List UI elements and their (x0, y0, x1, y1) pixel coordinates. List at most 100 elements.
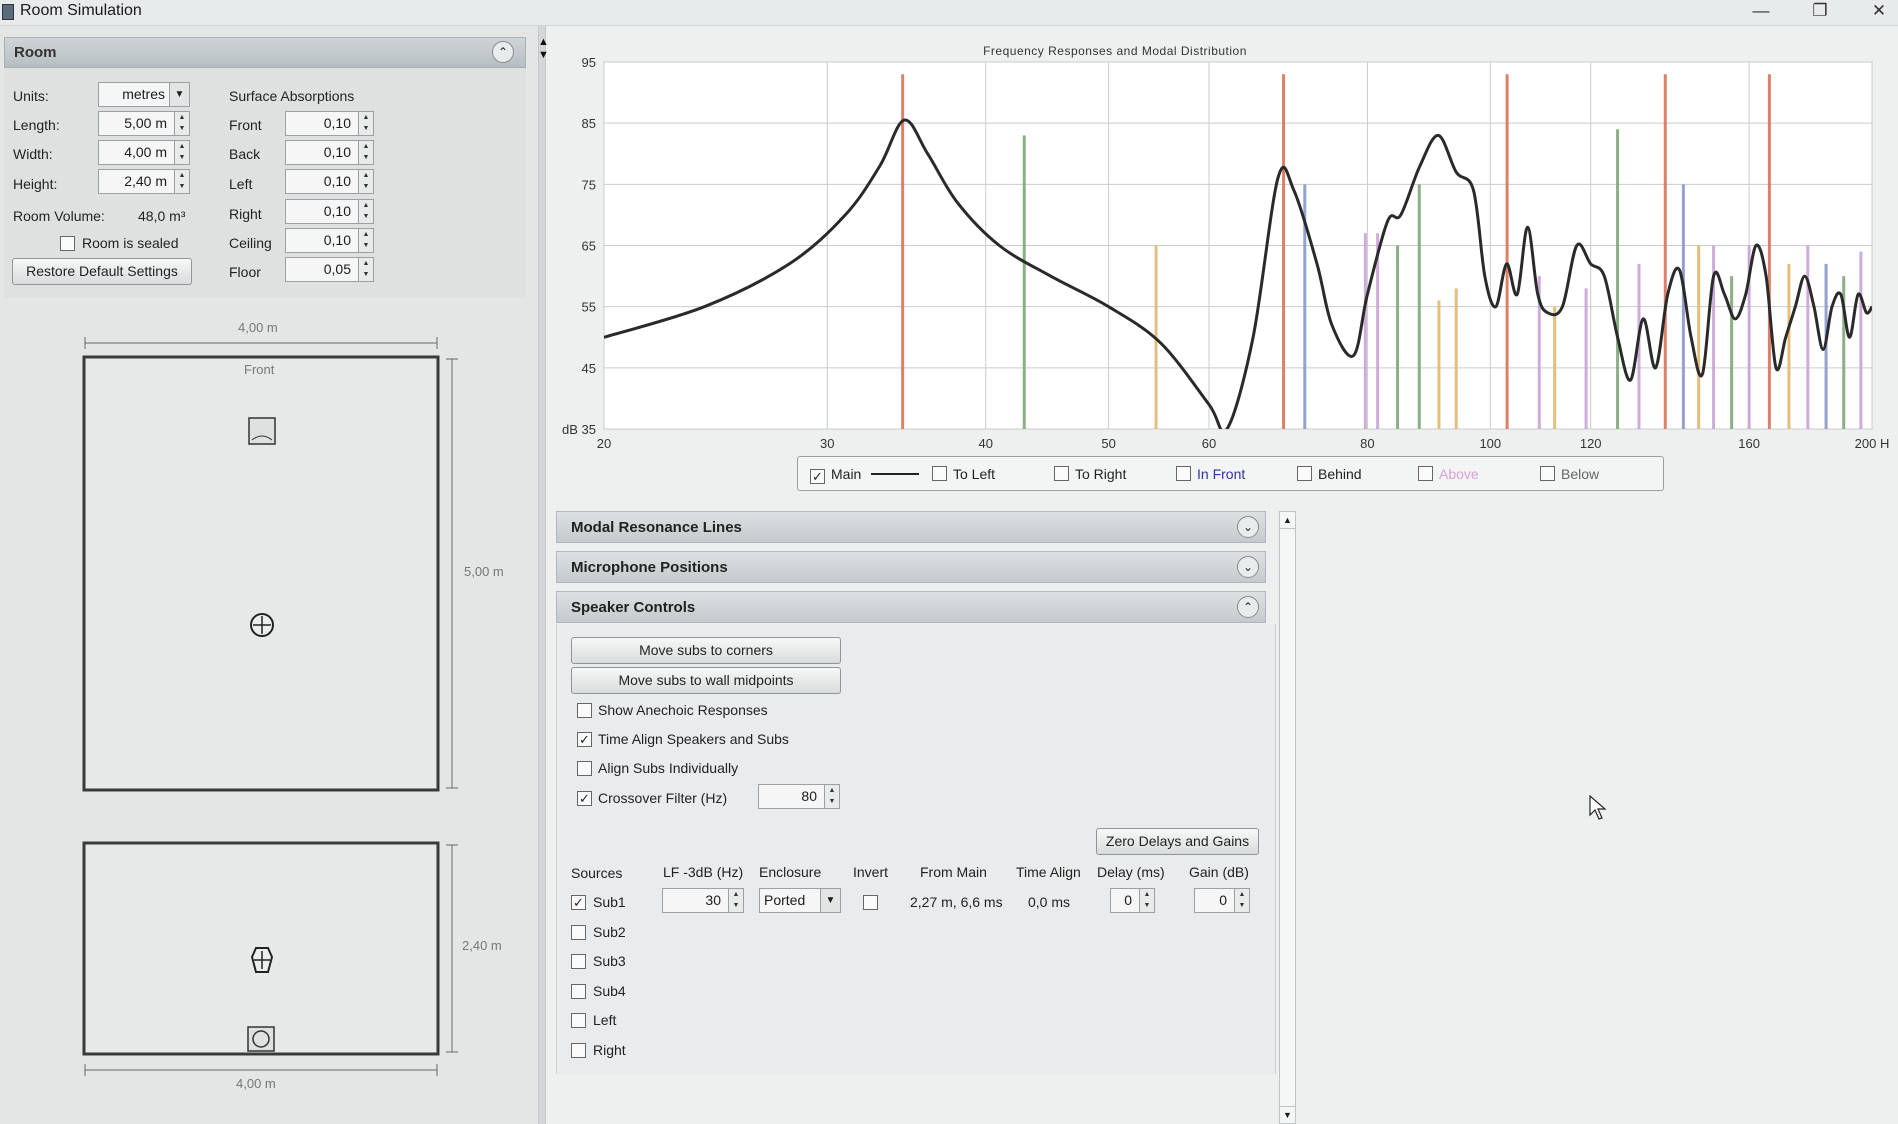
source-label: Left (593, 1012, 617, 1028)
legend-item-to-left[interactable]: To Left (932, 466, 995, 482)
absorption-back-field[interactable]: 0,10 ▲ ▼ (285, 140, 374, 165)
legend-item-below[interactable]: Below (1540, 466, 1599, 482)
close-button[interactable]: ✕ (1864, 1, 1894, 21)
legend-item-to-right[interactable]: To Right (1054, 466, 1126, 482)
pane-splitter[interactable]: ▲ ▼ (538, 26, 549, 1124)
speaker-side-icon[interactable] (247, 1026, 275, 1052)
room-settings-panel: Units: metres ▼ Length: 5,00 m ▲ ▼ Width:… (4, 68, 526, 298)
crossover-stepper-icon[interactable]: ▲ ▼ (824, 785, 839, 808)
absorption-stepper-icon[interactable]: ▲ ▼ (358, 170, 373, 193)
room-panel-header[interactable]: Room ⌃ (4, 37, 526, 68)
restore-defaults-button[interactable]: Restore Default Settings (12, 258, 192, 285)
sub1-delay-field[interactable]: 0 ▲ ▼ (1110, 888, 1155, 913)
speaker-controls-panel-header[interactable]: Speaker Controls ⌃ (556, 591, 1266, 623)
crossover-checkbox[interactable]: ✓ (577, 791, 592, 806)
sub1-gain-stepper-icon[interactable]: ▲ ▼ (1234, 889, 1249, 912)
length-value: 5,00 m (124, 115, 167, 131)
speaker-icon[interactable] (248, 417, 276, 445)
panel-scrollbar[interactable]: ▲ ▼ (1279, 511, 1296, 1124)
absorption-floor-field[interactable]: 0,05 ▲ ▼ (285, 257, 374, 282)
absorption-front-field[interactable]: 0,10 ▲ ▼ (285, 111, 374, 136)
sub1-gain-field[interactable]: 0 ▲ ▼ (1194, 888, 1250, 913)
absorption-stepper-icon[interactable]: ▲ ▼ (358, 258, 373, 281)
legend-item-main[interactable]: ✓ Main (810, 466, 920, 484)
width-field[interactable]: 4,00 m ▲ ▼ (98, 140, 190, 165)
absorption-right-field[interactable]: 0,10 ▲ ▼ (285, 199, 374, 224)
show-anechoic-checkbox[interactable] (577, 703, 592, 718)
microphone-icon[interactable] (250, 613, 274, 637)
absorption-value: 0,10 (323, 115, 351, 131)
sub1-invert-checkbox[interactable] (863, 895, 878, 910)
legend-behind-checkbox[interactable] (1297, 466, 1312, 481)
source-checkbox[interactable] (571, 1043, 586, 1058)
modal-resonance-panel-header[interactable]: Modal Resonance Lines ⌄ (556, 511, 1266, 543)
room-collapse-icon[interactable]: ⌃ (492, 41, 514, 63)
collapse-icon[interactable]: ⌃ (1237, 596, 1259, 618)
legend-item-behind[interactable]: Behind (1297, 466, 1362, 482)
scroll-up-icon[interactable]: ▲ (1280, 512, 1295, 529)
absorption-stepper-icon[interactable]: ▲ ▼ (358, 141, 373, 164)
height-field[interactable]: 2,40 m ▲ ▼ (98, 169, 190, 194)
source-checkbox[interactable] (571, 984, 586, 999)
y-tick-label: 65 (582, 239, 596, 254)
source-checkbox[interactable] (571, 1013, 586, 1028)
show-anechoic-label: Show Anechoic Responses (598, 702, 768, 718)
room-sealed-checkbox[interactable] (60, 236, 75, 251)
crossover-field[interactable]: 80 ▲ ▼ (758, 784, 840, 809)
expand-icon[interactable]: ⌄ (1237, 556, 1259, 578)
absorption-label: Front (229, 117, 262, 133)
scroll-down-icon[interactable]: ▼ (1280, 1106, 1295, 1123)
zero-delays-button[interactable]: Zero Delays and Gains (1096, 828, 1259, 855)
legend-item-in-front[interactable]: In Front (1176, 466, 1245, 482)
align-individually-checkbox[interactable] (577, 761, 592, 776)
sub1-checkbox[interactable]: ✓ (571, 895, 586, 910)
absorption-stepper-icon[interactable]: ▲ ▼ (358, 229, 373, 252)
source-checkbox[interactable] (571, 925, 586, 940)
absorption-stepper-icon[interactable]: ▲ ▼ (358, 200, 373, 223)
absorption-stepper-icon[interactable]: ▲ ▼ (358, 112, 373, 135)
y-tick-label: 75 (582, 177, 596, 192)
source-label: Sub3 (593, 953, 626, 969)
time-align-label: Time Align Speakers and Subs (598, 731, 789, 747)
legend-in-front-checkbox[interactable] (1176, 466, 1191, 481)
room-plan-view[interactable] (0, 300, 538, 1100)
width-value: 4,00 m (124, 144, 167, 160)
minimize-button[interactable]: — (1746, 1, 1776, 21)
col-enclosure: Enclosure (759, 864, 822, 880)
window-title: Room Simulation (20, 2, 142, 19)
length-stepper-icon[interactable]: ▲ ▼ (174, 112, 189, 135)
legend-above-checkbox[interactable] (1418, 466, 1433, 481)
length-field[interactable]: 5,00 m ▲ ▼ (98, 111, 190, 136)
absorption-ceiling-field[interactable]: 0,10 ▲ ▼ (285, 228, 374, 253)
move-subs-midpoints-button[interactable]: Move subs to wall midpoints (571, 667, 841, 694)
chevron-down-icon[interactable]: ▼ (820, 889, 840, 912)
frequency-response-chart[interactable]: 20 30 40 50 60 80 100 120 160 200 H dB 35 45 55 65 75 8… (555, 56, 1898, 456)
units-select[interactable]: metres ▼ (98, 82, 190, 107)
source-checkbox[interactable] (571, 954, 586, 969)
absorption-left-field[interactable]: 0,10 ▲ ▼ (285, 169, 374, 194)
legend-main-checkbox[interactable]: ✓ (810, 469, 825, 484)
source-label: Right (593, 1042, 626, 1058)
chevron-down-icon[interactable]: ▼ (169, 83, 189, 106)
restore-button[interactable]: ❐ (1805, 1, 1835, 21)
x-tick-label: 200 H (1855, 436, 1890, 451)
y-tick-label: 85 (582, 116, 596, 131)
width-stepper-icon[interactable]: ▲ ▼ (174, 141, 189, 164)
sub1-lf-stepper-icon[interactable]: ▲ ▼ (728, 889, 743, 912)
mouse-cursor-icon (1589, 795, 1607, 820)
move-subs-corners-button[interactable]: Move subs to corners (571, 637, 841, 664)
expand-icon[interactable]: ⌄ (1237, 516, 1259, 538)
time-align-checkbox[interactable]: ✓ (577, 732, 592, 747)
sub1-enclosure-select[interactable]: Ported ▼ (759, 888, 841, 913)
sub1-delay-stepper-icon[interactable]: ▲ ▼ (1139, 889, 1154, 912)
legend-below-checkbox[interactable] (1540, 466, 1555, 481)
microphone-positions-panel-header[interactable]: Microphone Positions ⌄ (556, 551, 1266, 583)
height-stepper-icon[interactable]: ▲ ▼ (174, 170, 189, 193)
crossover-label: Crossover Filter (Hz) (598, 790, 728, 806)
speaker-controls-title: Speaker Controls (571, 599, 696, 616)
legend-to-right-checkbox[interactable] (1054, 466, 1069, 481)
microphone-side-icon[interactable] (250, 947, 274, 973)
legend-item-above[interactable]: Above (1418, 466, 1479, 482)
legend-to-left-checkbox[interactable] (932, 466, 947, 481)
sub1-lf-field[interactable]: 30 ▲ ▼ (662, 888, 744, 913)
